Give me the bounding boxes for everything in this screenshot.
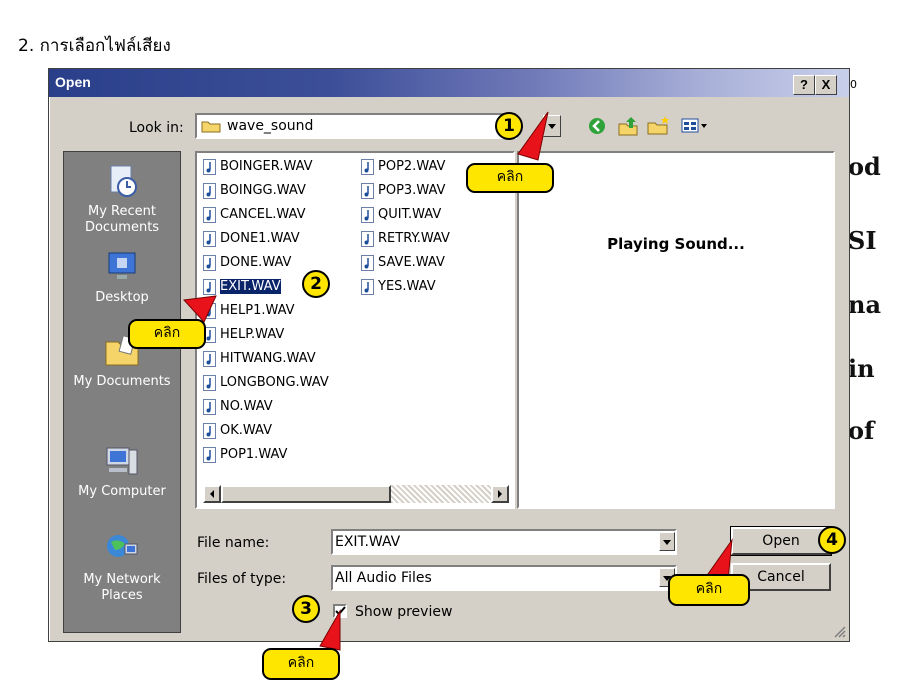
click-callout-4: คลิก	[668, 574, 750, 606]
click-callout-1: คลิก	[466, 163, 554, 193]
step-number-4: 4	[818, 526, 846, 554]
click-callout-2: คลิก	[128, 319, 206, 349]
step-number-1: 1	[495, 112, 523, 140]
arrow-1	[517, 111, 549, 161]
click-callout-3: คลิก	[262, 648, 340, 680]
arrow-3	[319, 609, 341, 651]
step-number-2: 2	[302, 270, 330, 298]
step-number-3: 3	[292, 595, 320, 623]
